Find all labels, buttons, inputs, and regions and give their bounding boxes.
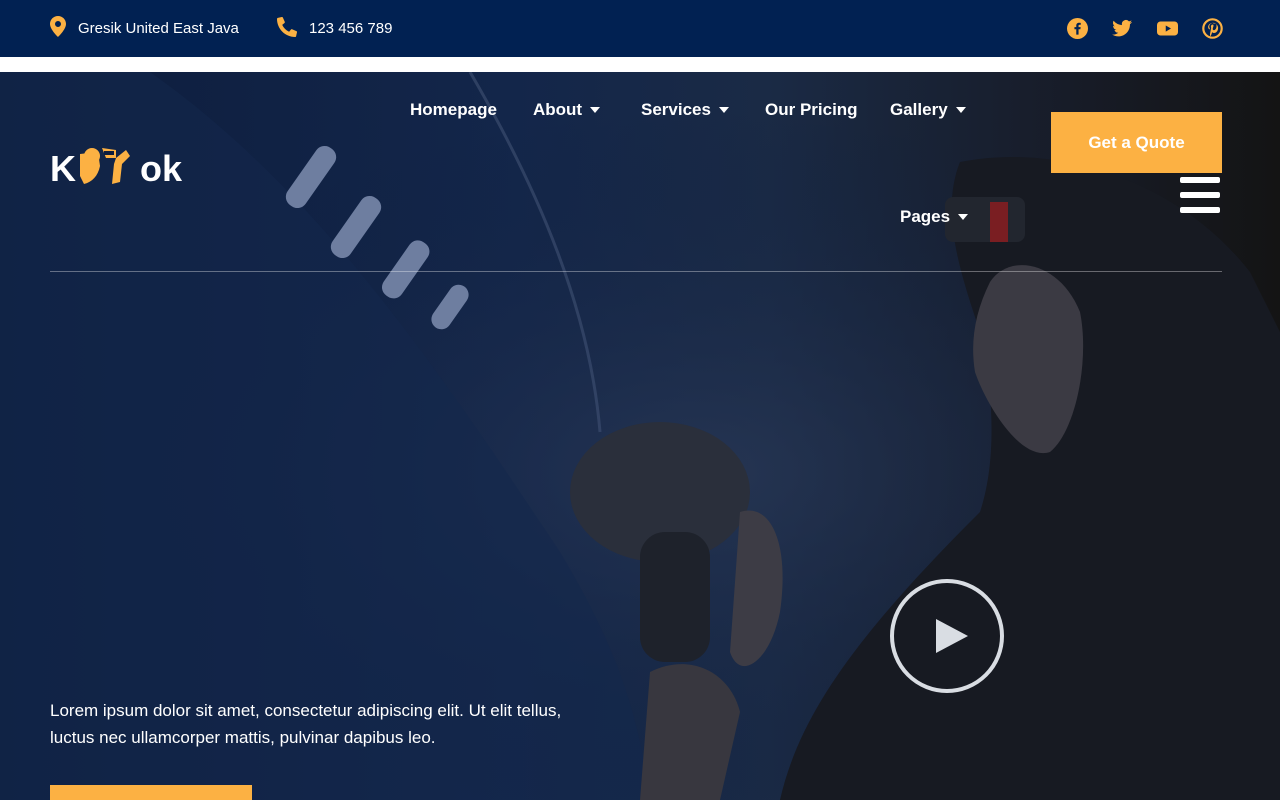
caret-down-icon — [955, 107, 966, 113]
hero-description: Lorem ipsum dolor sit amet, consectetur … — [50, 701, 562, 747]
nav-item-gallery[interactable]: Gallery — [890, 100, 966, 120]
nav-item-label: Our Pricing — [765, 100, 858, 119]
nav-item-homepage[interactable]: Homepage — [410, 100, 497, 120]
header-gap — [0, 57, 1280, 72]
logo-text-end: ok — [140, 147, 183, 189]
nav-item-label: Pages — [900, 207, 951, 226]
hero-cta-button[interactable] — [50, 785, 252, 800]
phone-icon — [276, 16, 309, 41]
address-text: Gresik United East Java — [78, 20, 239, 37]
nav-item-about[interactable]: About — [533, 100, 601, 120]
youtube-icon[interactable] — [1157, 18, 1178, 39]
nav-item-label: Homepage — [410, 100, 497, 119]
logo-text-start: K — [50, 147, 76, 189]
nav-item-services[interactable]: Services — [641, 100, 729, 120]
nav-item-label: About — [533, 100, 583, 119]
twitter-icon[interactable] — [1112, 18, 1133, 39]
nav-item-our-pricing[interactable]: Our Pricing — [765, 100, 858, 120]
play-video-button[interactable] — [890, 579, 1004, 693]
site-logo[interactable]: K ok — [50, 146, 182, 191]
get-a-quote-button[interactable]: Get a Quote — [1051, 112, 1222, 173]
hero-background-image — [0, 72, 1280, 800]
contact-phone[interactable]: 123 456 789 — [276, 0, 393, 57]
pinterest-icon[interactable] — [1202, 18, 1223, 39]
map-pin-icon — [50, 16, 78, 41]
hamburger-menu-icon[interactable] — [1180, 177, 1220, 213]
header-divider — [50, 271, 1222, 272]
caret-down-icon — [718, 107, 729, 113]
caret-down-icon — [958, 214, 969, 220]
play-icon — [936, 619, 968, 653]
nav-item-label: Services — [641, 100, 711, 119]
top-bar: Gresik United East Java 123 456 789 — [0, 0, 1280, 57]
mechanic-wrench-icon — [76, 146, 140, 191]
hero-section: K ok Homepage About Services Our Pricing — [0, 72, 1280, 800]
phone-text: 123 456 789 — [309, 20, 393, 37]
contact-address[interactable]: Gresik United East Java — [50, 0, 239, 57]
social-links — [1067, 0, 1223, 57]
nav-item-pages[interactable]: Pages — [900, 207, 969, 227]
facebook-icon[interactable] — [1067, 18, 1088, 39]
caret-down-icon — [590, 107, 601, 113]
nav-item-label: Gallery — [890, 100, 948, 119]
